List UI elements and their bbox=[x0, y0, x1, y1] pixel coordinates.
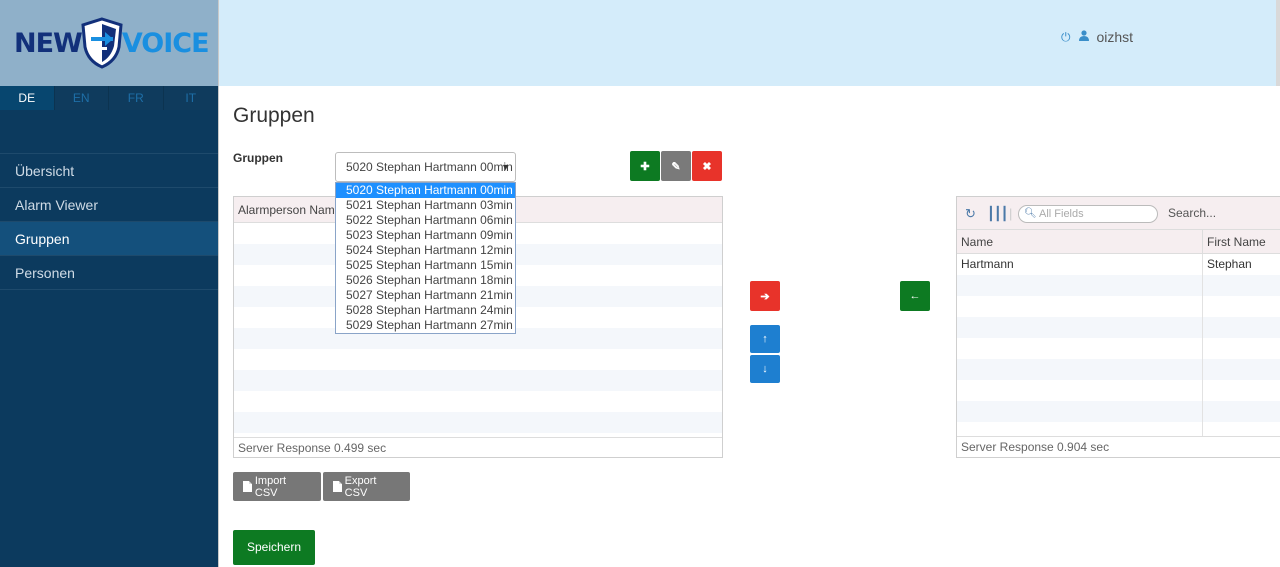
column-header-name[interactable]: Name bbox=[957, 230, 1203, 253]
search-placeholder: All Fields bbox=[1039, 208, 1084, 220]
columns-icon[interactable]: ┃┃┃ bbox=[987, 206, 1009, 222]
persons-rows: Hartmann Stephan bbox=[957, 254, 1280, 436]
move-up-button[interactable]: ↑ bbox=[750, 325, 780, 353]
dropdown-option[interactable]: 5028 Stephan Hartmann 24min bbox=[336, 303, 515, 318]
add-group-button[interactable]: ✚ bbox=[630, 151, 660, 181]
dropdown-option[interactable]: 5023 Stephan Hartmann 09min bbox=[336, 228, 515, 243]
table-row[interactable] bbox=[957, 380, 1280, 401]
table-row[interactable] bbox=[957, 275, 1280, 296]
language-switcher: DE EN FR IT bbox=[0, 86, 218, 110]
table-row[interactable] bbox=[957, 359, 1280, 380]
sidebar: NEW VOICE DE EN FR IT Übersicht Alarm Vi… bbox=[0, 0, 219, 567]
lang-de[interactable]: DE bbox=[0, 86, 55, 110]
dropdown-option[interactable]: 5024 Stephan Hartmann 12min bbox=[336, 243, 515, 258]
logo-area: NEW VOICE bbox=[0, 0, 218, 86]
logo-text-new: NEW bbox=[14, 27, 83, 59]
username[interactable]: oizhst bbox=[1097, 29, 1134, 45]
page-title: Gruppen bbox=[233, 104, 315, 127]
table-row[interactable] bbox=[957, 401, 1280, 422]
move-left-button[interactable]: ← bbox=[900, 281, 930, 311]
sidebar-item-gruppen[interactable]: Gruppen bbox=[0, 222, 218, 256]
table-row[interactable] bbox=[957, 422, 1280, 436]
arrow-left-icon: ← bbox=[909, 290, 921, 302]
refresh-icon[interactable]: ↻ bbox=[965, 206, 976, 222]
column-header-first-name[interactable]: First Name bbox=[1203, 230, 1266, 253]
arrow-right-icon: ➔ bbox=[760, 290, 770, 303]
dropdown-option[interactable]: 5021 Stephan Hartmann 03min bbox=[336, 198, 515, 213]
top-header: ⏻ oizhst bbox=[219, 0, 1280, 86]
dropdown-option[interactable]: 5020 Stephan Hartmann 00min bbox=[336, 183, 515, 198]
lang-en[interactable]: EN bbox=[55, 86, 109, 110]
logo[interactable]: NEW VOICE bbox=[14, 17, 210, 69]
power-icon[interactable]: ⏻ bbox=[1061, 30, 1071, 45]
dropdown-arrow-icon: ▼ bbox=[501, 162, 510, 172]
dropdown-option[interactable]: 5027 Stephan Hartmann 21min bbox=[336, 288, 515, 303]
user-area: ⏻ oizhst bbox=[1061, 29, 1133, 45]
move-down-button[interactable]: ↓ bbox=[750, 355, 780, 383]
delete-group-button[interactable]: ✖ bbox=[692, 151, 722, 181]
save-button[interactable]: Speichern bbox=[233, 530, 315, 565]
logo-text-voice: VOICE bbox=[121, 27, 210, 59]
search-icon: 🔍︎ bbox=[1024, 208, 1037, 219]
dropdown-option[interactable]: 5026 Stephan Hartmann 18min bbox=[336, 273, 515, 288]
table-row[interactable] bbox=[957, 317, 1280, 338]
table-row[interactable] bbox=[234, 391, 722, 412]
group-select-value: 5020 Stephan Hartmann 00min bbox=[346, 160, 513, 174]
import-csv-button[interactable]: Import CSV bbox=[233, 472, 321, 501]
dropdown-option[interactable]: 5029 Stephan Hartmann 27min bbox=[336, 318, 515, 333]
arrow-down-icon: ↓ bbox=[762, 363, 768, 375]
table-row[interactable] bbox=[957, 338, 1280, 359]
groups-label: Gruppen bbox=[233, 151, 283, 165]
import-csv-label: Import CSV bbox=[254, 474, 287, 499]
arrow-up-icon: ↑ bbox=[762, 333, 768, 345]
sidebar-nav: Übersicht Alarm Viewer Gruppen Personen bbox=[0, 153, 218, 290]
table-row[interactable] bbox=[234, 370, 722, 391]
table-row[interactable] bbox=[234, 412, 722, 433]
dropdown-option[interactable]: 5025 Stephan Hartmann 15min bbox=[336, 258, 515, 273]
file-icon bbox=[243, 481, 252, 492]
sidebar-item-alarm-viewer[interactable]: Alarm Viewer bbox=[0, 188, 218, 222]
dropdown-option[interactable]: 5022 Stephan Hartmann 06min bbox=[336, 213, 515, 228]
lang-it[interactable]: IT bbox=[164, 86, 219, 110]
export-csv-label: Export CSV bbox=[344, 474, 377, 499]
lang-fr[interactable]: FR bbox=[109, 86, 164, 110]
search-label: Search... bbox=[1168, 206, 1217, 220]
search-input[interactable]: 🔍︎ All Fields bbox=[1018, 205, 1158, 223]
group-select[interactable]: 5020 Stephan Hartmann 00min ▼ bbox=[335, 152, 516, 182]
cell-name: Hartmann bbox=[957, 254, 1203, 275]
toolbar-divider: | bbox=[1009, 206, 1013, 221]
group-dropdown-list: 5020 Stephan Hartmann 00min 5021 Stephan… bbox=[335, 182, 516, 334]
shield-logo-icon bbox=[81, 17, 123, 69]
move-right-button[interactable]: ➔ bbox=[750, 281, 780, 311]
server-response-left: Server Response 0.499 sec bbox=[234, 437, 722, 458]
plus-icon: ✚ bbox=[640, 160, 650, 173]
persons-toolbar: ↻ ┃┃┃ | 🔍︎ All Fields Search... bbox=[957, 197, 1280, 230]
file-icon bbox=[333, 481, 342, 492]
table-row[interactable]: Hartmann Stephan bbox=[957, 254, 1280, 275]
sidebar-item-personen[interactable]: Personen bbox=[0, 256, 218, 290]
sidebar-item-uebersicht[interactable]: Übersicht bbox=[0, 154, 218, 188]
persons-header-row: Name First Name bbox=[957, 230, 1280, 254]
close-icon: ✖ bbox=[702, 160, 712, 173]
table-row[interactable] bbox=[234, 349, 722, 370]
edit-group-button[interactable]: ✎ bbox=[661, 151, 691, 181]
table-row[interactable] bbox=[957, 296, 1280, 317]
cell-first-name: Stephan bbox=[1207, 257, 1252, 271]
server-response-right: Server Response 0.904 sec bbox=[957, 436, 1280, 457]
export-csv-button[interactable]: Export CSV bbox=[323, 472, 410, 501]
user-icon bbox=[1078, 30, 1089, 44]
pencil-icon: ✎ bbox=[671, 160, 681, 173]
persons-grid: ↻ ┃┃┃ | 🔍︎ All Fields Search... Name Fir… bbox=[956, 196, 1280, 458]
